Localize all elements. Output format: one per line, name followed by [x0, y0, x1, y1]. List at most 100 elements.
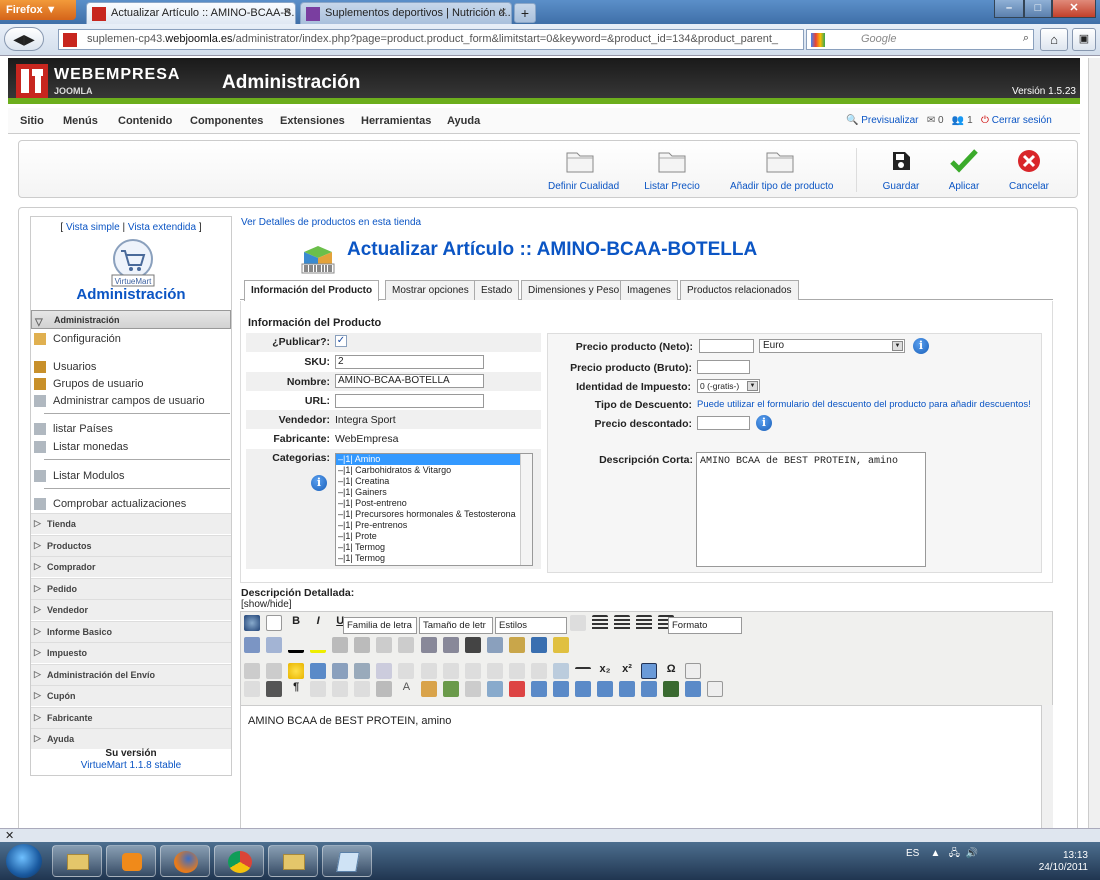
aplicar-button[interactable]: Aplicar [944, 148, 984, 192]
firefox-taskbar-button[interactable] [160, 845, 210, 877]
font-size-select[interactable]: Tamaño de letr [419, 617, 493, 634]
category-option[interactable]: –|1| Creatina [336, 476, 532, 487]
editor-scrollbar[interactable] [1041, 705, 1053, 836]
sku-input[interactable]: 2 [335, 355, 484, 369]
sidebar-section-productos[interactable]: Productos [31, 535, 231, 556]
pilcrow-icon[interactable]: ¶ [288, 681, 304, 697]
div-icon[interactable] [552, 681, 569, 697]
category-option[interactable]: –|1| Gainers [336, 487, 532, 498]
category-option[interactable]: –|1| Carbohidratos & Vitargo [336, 465, 532, 476]
sidebar-item-modulos[interactable]: Listar Modulos [31, 467, 231, 485]
category-option[interactable]: –|1| Termog [336, 542, 532, 553]
tab-productos-relacionados[interactable]: Productos relacionados [680, 280, 799, 300]
abbr-text-icon[interactable] [354, 681, 371, 697]
messages-count[interactable]: 0 [938, 115, 944, 126]
category-option[interactable]: –|1| Pre-entrenos [336, 520, 532, 531]
home-button[interactable]: ⌂ [1040, 28, 1068, 51]
name-input[interactable]: AMINO-BCAA-BOTELLA [335, 374, 484, 388]
ltr-icon[interactable] [244, 663, 260, 679]
split-cells-icon[interactable] [464, 663, 481, 679]
firefox-menu-button[interactable]: Firefox ▼ [0, 0, 76, 20]
cite-icon[interactable] [310, 681, 327, 697]
menu-componentes[interactable]: Componentes [190, 115, 263, 127]
vista-simple-link[interactable]: Vista simple [66, 222, 120, 233]
cell-props-icon[interactable] [619, 681, 636, 697]
net-price-input[interactable] [699, 339, 754, 353]
close-icon[interactable]: ✕ [5, 829, 14, 842]
files-taskbar-button[interactable] [268, 845, 318, 877]
font-icon[interactable]: A [398, 681, 414, 697]
browser-tab-active[interactable]: Actualizar Artículo :: AMINO-BCAA-B... ✕ [86, 2, 296, 24]
clock[interactable]: 13:13 24/10/2011 [1038, 850, 1088, 874]
tab-informacion-producto[interactable]: Información del Producto [244, 280, 380, 301]
categories-scrollbar[interactable] [520, 454, 532, 565]
fullscreen-icon[interactable] [266, 681, 283, 697]
font-family-select[interactable]: Familia de letra [343, 617, 417, 634]
styles-select[interactable]: Estilos [495, 617, 567, 634]
menu-sitio[interactable]: Sitio [20, 115, 44, 127]
menu-herramientas[interactable]: Herramientas [361, 115, 431, 127]
publish-checkbox[interactable]: ✓ [335, 335, 347, 347]
sidebar-item-actualizaciones[interactable]: Comprobar actualizaciones [31, 495, 231, 513]
table-props-icon[interactable] [597, 681, 613, 697]
search-bar[interactable]: Google ⌕ [806, 29, 1034, 50]
copy-icon[interactable] [486, 637, 503, 653]
sidebar-item-grupos[interactable]: Grupos de usuario [31, 375, 231, 393]
category-option[interactable]: –|1| Prote [336, 531, 532, 542]
sidebar-section-pedido[interactable]: Pedido [31, 578, 231, 599]
listar-precio-button[interactable]: Listar Precio [644, 148, 700, 192]
minimize-button[interactable]: – [994, 0, 1024, 18]
help-icon[interactable] [244, 615, 260, 631]
gross-price-input[interactable] [697, 360, 750, 374]
highlight-icon[interactable] [310, 637, 327, 653]
logout-link[interactable]: Cerrar sesión [992, 115, 1052, 126]
sidebar-section-tienda[interactable]: Tienda [31, 513, 231, 534]
start-button[interactable] [6, 844, 42, 878]
sidebar-section-comprador[interactable]: Comprador [31, 556, 231, 577]
language-indicator[interactable]: ES [906, 848, 919, 859]
tab-close-icon[interactable]: ✕ [499, 7, 507, 18]
unordered-list-icon[interactable] [442, 637, 459, 653]
insert-col-icon[interactable] [530, 663, 547, 679]
sidebar-item-configuracion[interactable]: Configuración [31, 330, 231, 348]
undo-icon[interactable] [376, 637, 393, 653]
insert-row-icon[interactable] [486, 663, 503, 679]
sidebar-section-cupon[interactable]: Cupón [31, 685, 231, 706]
sidebar-item-campos-usuario[interactable]: Administrar campos de usuario [31, 392, 231, 410]
preview-icon[interactable] [332, 663, 349, 679]
redo-icon[interactable] [398, 637, 415, 653]
notepad-taskbar-button[interactable] [322, 845, 372, 877]
embed-icon[interactable] [685, 681, 702, 697]
new-tab-button[interactable]: + [514, 3, 536, 23]
media-taskbar-button[interactable] [106, 845, 156, 877]
url-input[interactable] [335, 394, 484, 408]
subscript-icon[interactable]: x₂ [597, 663, 613, 679]
maximize-button[interactable]: □ [1024, 0, 1052, 18]
guardar-button[interactable]: Guardar [878, 148, 924, 192]
remove-format-icon[interactable] [685, 663, 702, 679]
view-details-link[interactable]: Ver Detalles de productos en esta tienda [241, 217, 421, 228]
categories-listbox[interactable]: –|1| Amino –|1| Carbohidratos & Vitargo … [335, 453, 533, 566]
insert-image-icon[interactable] [420, 681, 437, 697]
menu-extensiones[interactable]: Extensiones [280, 115, 345, 127]
sidebar-section-envio[interactable]: Administración del Envío [31, 664, 231, 685]
info-icon[interactable]: i [913, 338, 929, 354]
sidebar-item-paises[interactable]: listar Países [31, 420, 231, 438]
align-right-icon[interactable] [636, 615, 653, 631]
align-left-icon[interactable] [592, 615, 609, 631]
sidebar-section-vendedor[interactable]: Vendedor [31, 599, 231, 620]
browser-tab[interactable]: Suplementos deportivos | Nutrición d... … [300, 2, 512, 24]
search-icon[interactable]: ⌕ [1023, 32, 1029, 45]
blank-page-icon[interactable] [707, 681, 724, 697]
strike-text-icon[interactable] [376, 681, 393, 697]
align-center-icon[interactable] [614, 615, 631, 631]
back-forward-button[interactable]: ◀▶ [4, 27, 44, 51]
anadir-tipo-producto-button[interactable]: Añadir tipo de producto [730, 148, 833, 192]
table-icon[interactable] [376, 663, 393, 679]
tab-mostrar-opciones[interactable]: Mostrar opciones [385, 280, 476, 300]
template-icon[interactable] [530, 681, 547, 697]
tax-select[interactable]: 0 (-gratis-) ▼ [697, 379, 760, 393]
link-icon[interactable] [464, 681, 481, 697]
menu-ayuda[interactable]: Ayuda [447, 115, 480, 127]
users-count[interactable]: 1 [967, 115, 973, 126]
